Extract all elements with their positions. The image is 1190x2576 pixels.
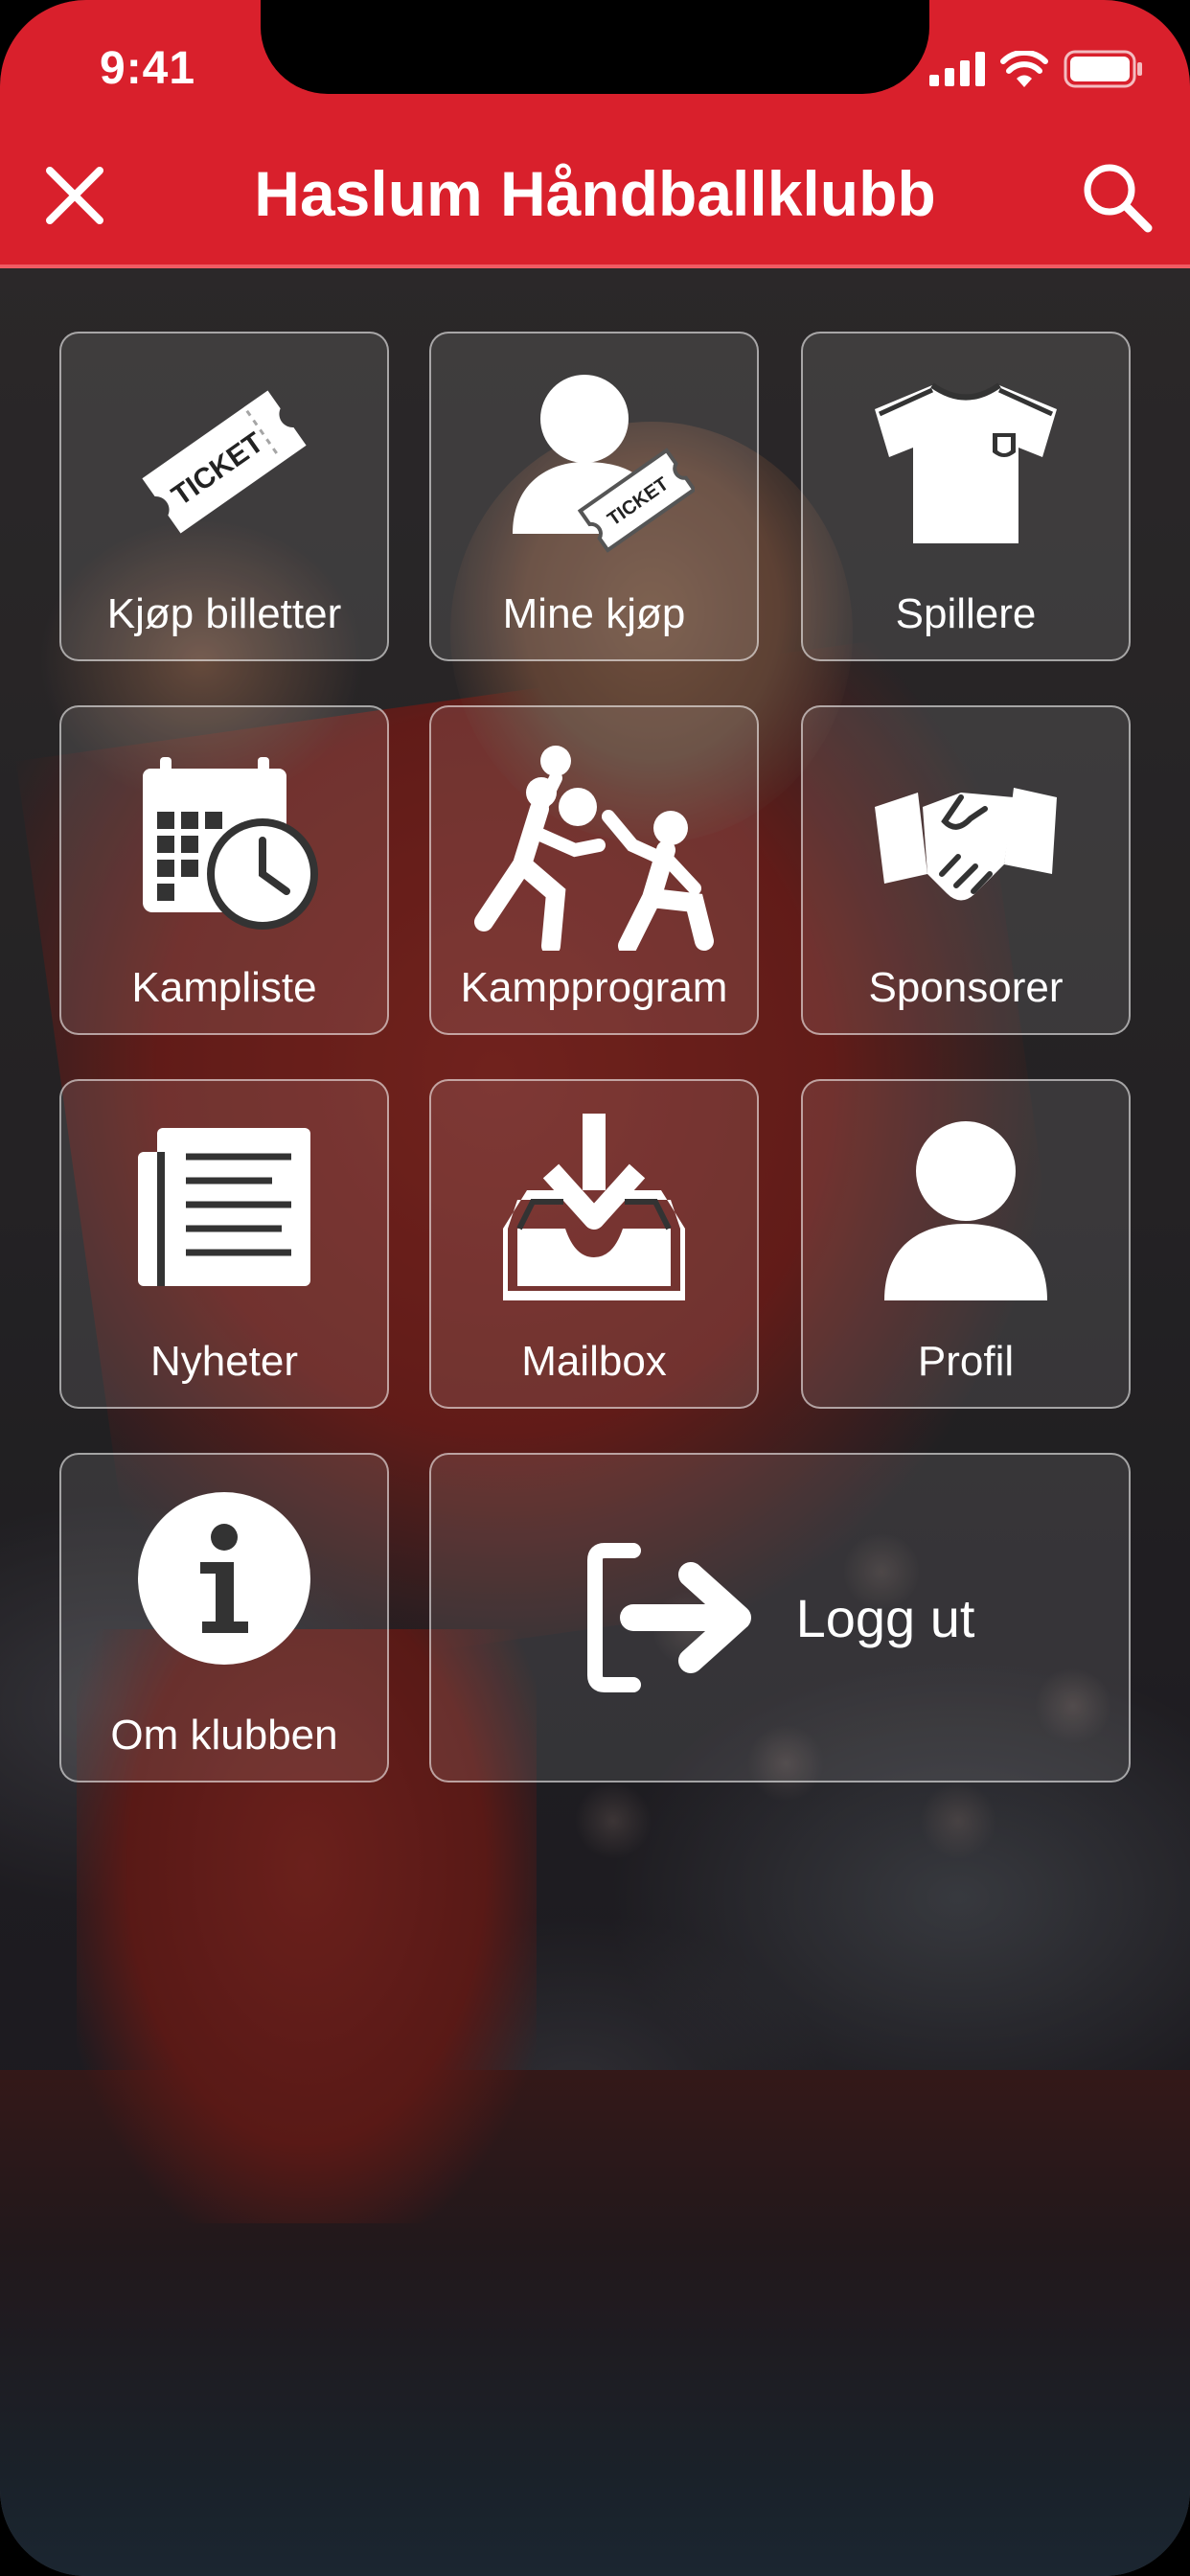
menu-label-kampprogram: Kampprogram <box>460 964 728 1011</box>
ticket-icon: TICKET <box>142 390 307 534</box>
menu-label-mine-kjop: Mine kjøp <box>502 590 686 637</box>
device-notch <box>261 0 929 94</box>
menu-label-nyheter: Nyheter <box>149 1338 299 1385</box>
menu-label-kjop-billetter: Kjøp billetter <box>106 590 342 637</box>
menu-tile-kjop-billetter[interactable]: TICKET Kjøp billetter <box>59 332 389 661</box>
app-screen: 9:41 Haslum Håndballklubb TICKET Kjøp bi… <box>0 0 1190 2576</box>
menu-tile-om-klubben[interactable]: Om klubben <box>59 1453 389 1782</box>
header-bar: 9:41 Haslum Håndballklubb <box>0 0 1190 268</box>
header-divider <box>0 264 1190 268</box>
logout-button[interactable]: Logg ut <box>429 1453 1131 1782</box>
logout-label: Logg ut <box>795 1587 975 1648</box>
handball-players-icon <box>474 746 714 951</box>
handshake-icon <box>875 788 1057 901</box>
calendar-clock-icon <box>143 757 318 930</box>
menu-tile-kampliste[interactable]: Kampliste <box>59 705 389 1035</box>
signal-icon <box>929 52 985 86</box>
status-time: 9:41 <box>100 43 196 94</box>
user-icon <box>884 1121 1047 1300</box>
info-icon <box>138 1492 310 1665</box>
menu-tile-spillere[interactable]: Spillere <box>801 332 1131 661</box>
menu-tile-nyheter[interactable]: Nyheter <box>59 1079 389 1409</box>
inbox-download-icon <box>503 1114 685 1300</box>
menu-tile-mine-kjop[interactable]: TICKET Mine kjøp <box>429 332 759 661</box>
battery-icon <box>1064 50 1142 88</box>
menu-label-om-klubben: Om klubben <box>110 1712 338 1759</box>
page-title: Haslum Håndballklubb <box>254 158 936 229</box>
close-icon[interactable] <box>40 161 109 230</box>
newspaper-icon <box>138 1128 310 1286</box>
user-ticket-icon: TICKET <box>513 375 695 553</box>
search-icon[interactable] <box>1079 159 1154 234</box>
menu-label-kampliste: Kampliste <box>131 964 317 1011</box>
jersey-icon <box>875 382 1057 543</box>
menu-label-spillere: Spillere <box>895 590 1037 637</box>
menu-tile-kampprogram[interactable]: Kampprogram <box>429 705 759 1035</box>
wifi-icon <box>1000 51 1048 87</box>
menu-label-profil: Profil <box>917 1338 1015 1385</box>
menu-label-mailbox: Mailbox <box>521 1338 667 1385</box>
menu-tile-sponsorer[interactable]: Sponsorer <box>801 705 1131 1035</box>
menu-tile-mailbox[interactable]: Mailbox <box>429 1079 759 1409</box>
status-icons <box>929 50 1144 88</box>
menu-label-sponsorer: Sponsorer <box>868 964 1064 1011</box>
logout-icon <box>586 1543 751 1692</box>
menu-tile-profil[interactable]: Profil <box>801 1079 1131 1409</box>
